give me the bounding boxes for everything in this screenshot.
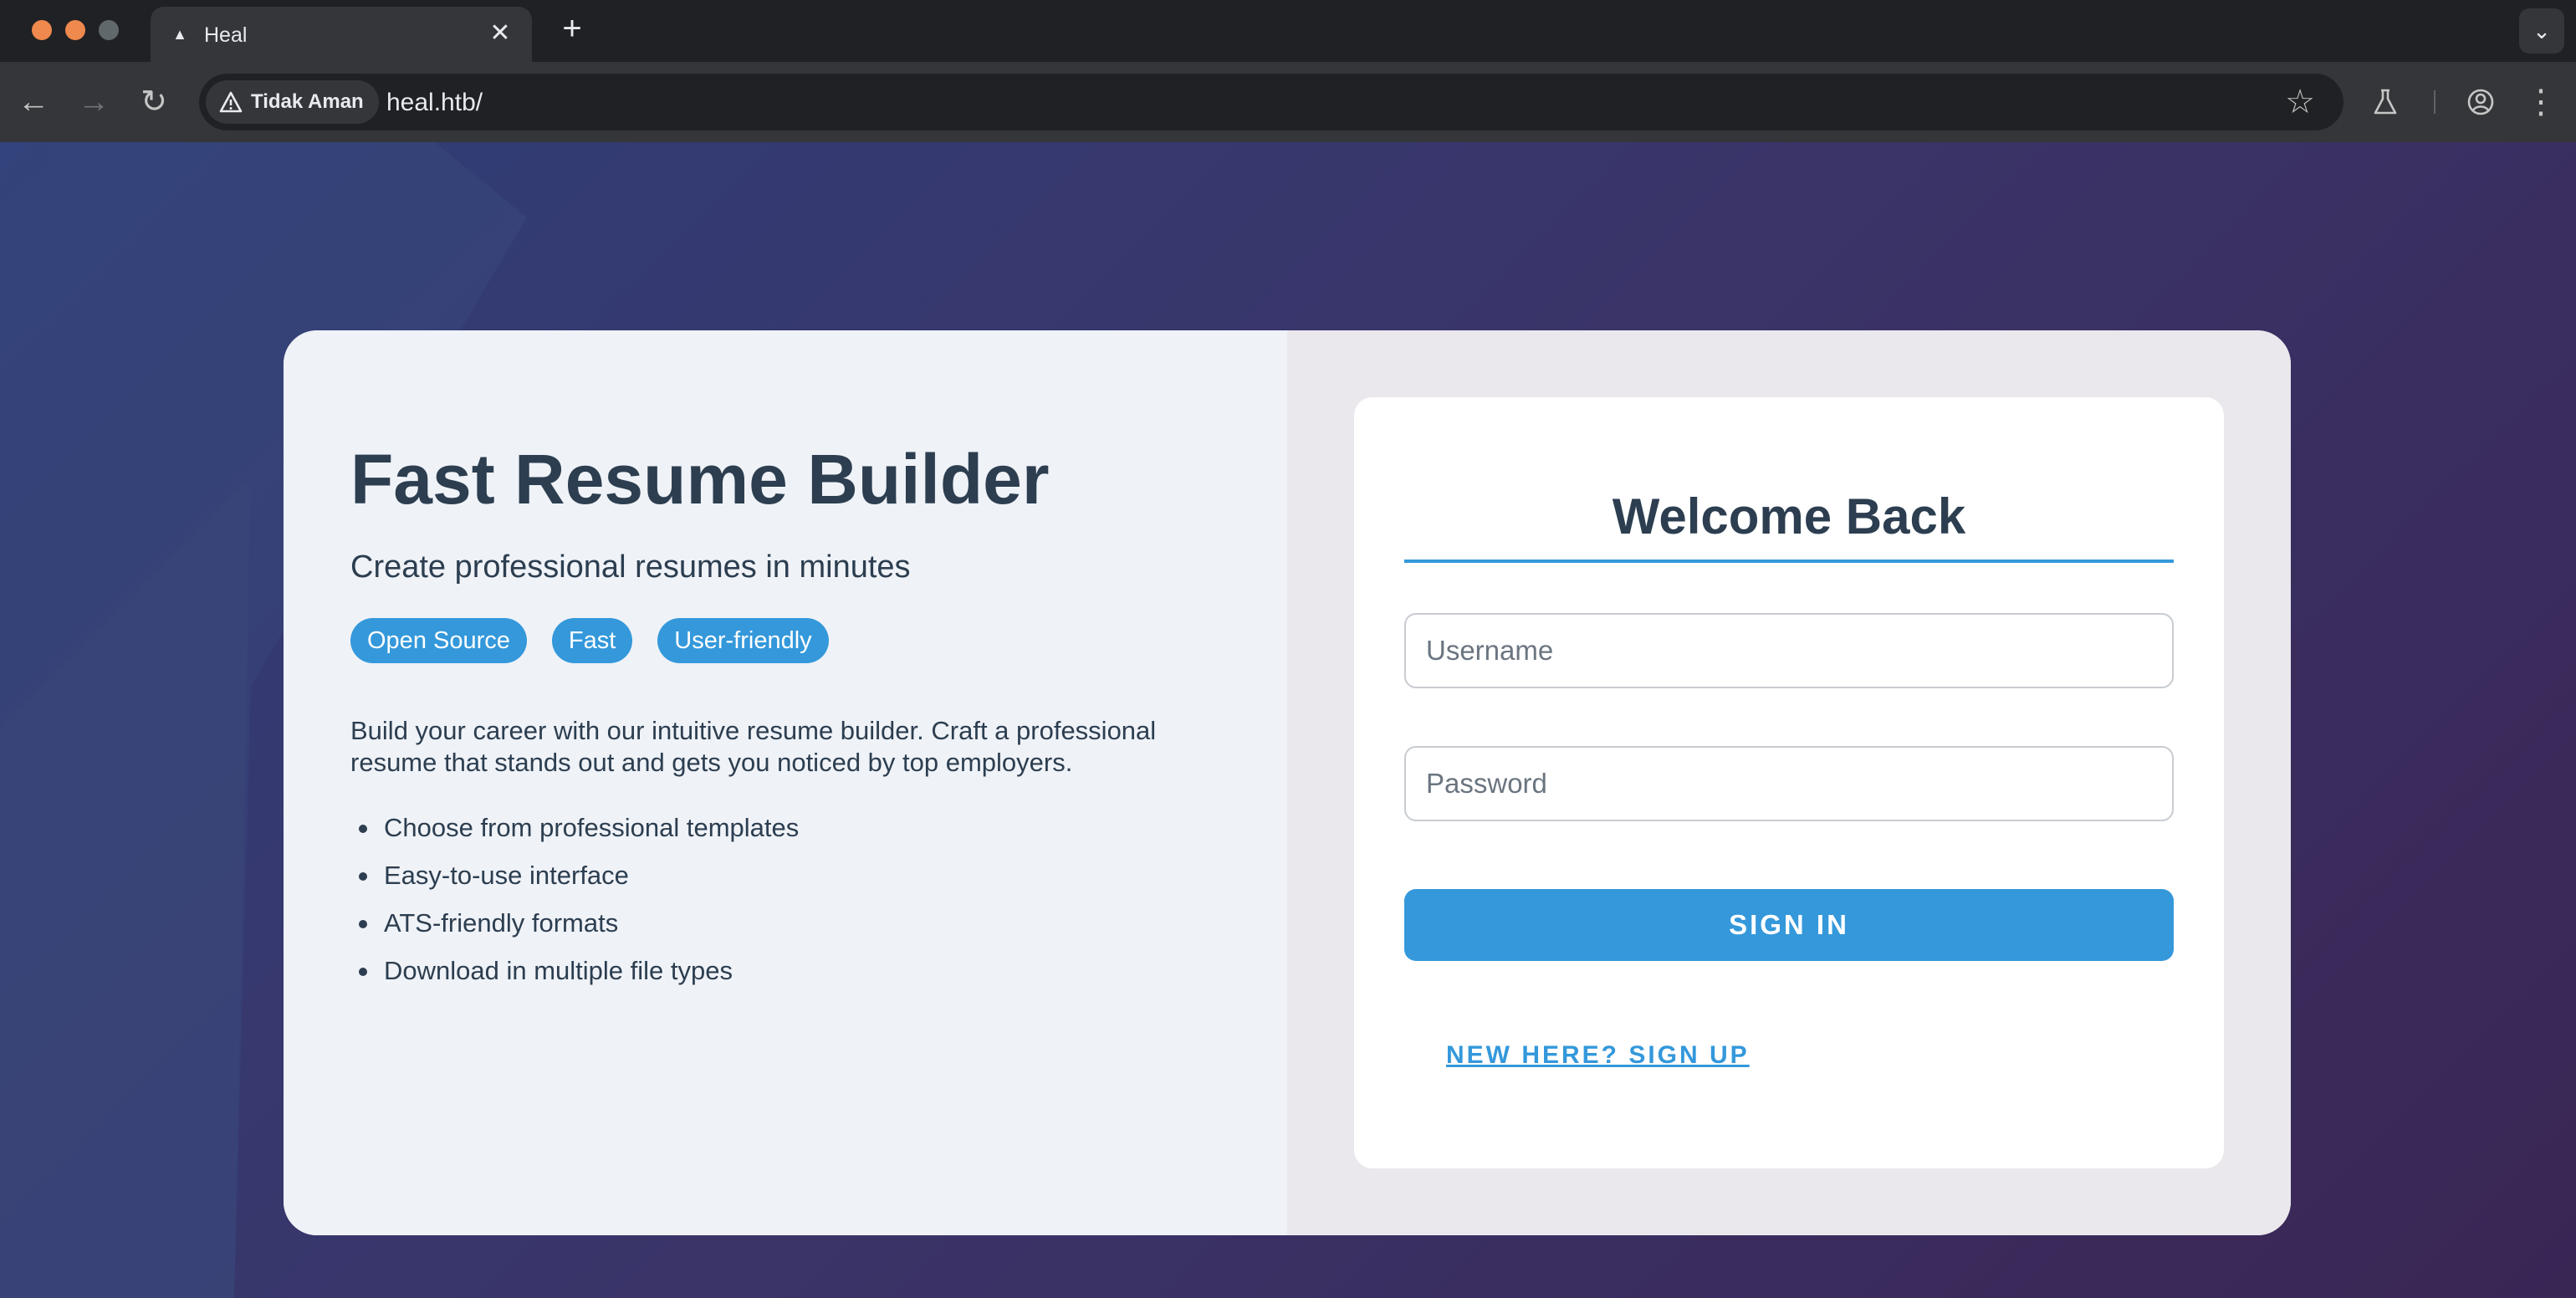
new-tab-button[interactable]: +	[555, 12, 589, 45]
url-text[interactable]: heal.htb/	[386, 89, 483, 117]
reload-icon[interactable]: ↻	[134, 82, 174, 122]
tag-user-friendly: User-friendly	[657, 618, 829, 663]
window-maximize-button[interactable]	[99, 20, 119, 40]
list-item: Easy-to-use interface	[350, 851, 799, 899]
list-item: ATS-friendly formats	[350, 899, 799, 947]
forward-arrow-icon[interactable]: →	[74, 82, 114, 122]
browser-tab-strip: ▲ Heal ✕ + ⌄	[0, 0, 2576, 62]
chevron-down-icon[interactable]: ⌄	[2519, 8, 2564, 54]
username-input[interactable]	[1406, 615, 2172, 687]
flask-icon[interactable]	[2365, 82, 2405, 122]
toolbar-divider	[2434, 90, 2435, 114]
tab-close-icon[interactable]: ✕	[485, 18, 515, 49]
password-field-wrapper	[1404, 746, 2174, 821]
login-title: Welcome Back	[1612, 488, 1966, 544]
security-indicator[interactable]: Tidak Aman	[206, 80, 379, 124]
list-item: Download in multiple file types	[350, 947, 799, 994]
login-form: Welcome Back SIGN IN NEW HERE? SIGN UP	[1354, 397, 2224, 1168]
username-field-wrapper	[1404, 613, 2174, 688]
sign-up-link[interactable]: NEW HERE? SIGN UP	[1446, 1041, 1750, 1070]
profile-icon[interactable]	[2461, 82, 2501, 122]
hero-panel: Fast Resume Builder Create professional …	[284, 330, 1287, 1235]
list-item: Choose from professional templates	[350, 804, 799, 851]
star-icon[interactable]: ☆	[2282, 84, 2318, 120]
warning-triangle-icon	[219, 91, 243, 113]
title-underline	[1404, 560, 2174, 563]
hero-title: Fast Resume Builder	[350, 440, 1050, 519]
window-close-button[interactable]	[32, 20, 52, 40]
page-viewport: Fast Resume Builder Create professional …	[0, 142, 2576, 1298]
tab-title: Heal	[204, 23, 248, 47]
back-arrow-icon[interactable]: ←	[13, 82, 54, 122]
browser-toolbar: ← → ↻ Tidak Aman heal.htb/ ☆ ⋮	[0, 62, 2576, 142]
security-label: Tidak Aman	[251, 90, 364, 113]
hero-description: Build your career with our intuitive res…	[350, 716, 1157, 777]
login-card: Fast Resume Builder Create professional …	[284, 330, 2291, 1235]
tag-open-source: Open Source	[350, 618, 527, 663]
password-input[interactable]	[1406, 748, 2172, 820]
tag-fast: Fast	[551, 618, 633, 663]
browser-tab-active[interactable]: ▲ Heal ✕	[151, 7, 532, 62]
login-panel: Welcome Back SIGN IN NEW HERE? SIGN UP	[1287, 330, 2291, 1235]
feature-tags: Open Source Fast User-friendly	[350, 618, 829, 663]
address-bar[interactable]: Tidak Aman heal.htb/ ☆	[199, 74, 2343, 130]
feature-list: Choose from professional templates Easy-…	[350, 804, 799, 994]
sign-in-button[interactable]: SIGN IN	[1404, 889, 2174, 961]
favicon-icon: ▲	[172, 26, 187, 43]
window-minimize-button[interactable]	[65, 20, 85, 40]
kebab-menu-icon[interactable]: ⋮	[2521, 82, 2561, 122]
hero-subtitle: Create professional resumes in minutes	[350, 549, 911, 585]
